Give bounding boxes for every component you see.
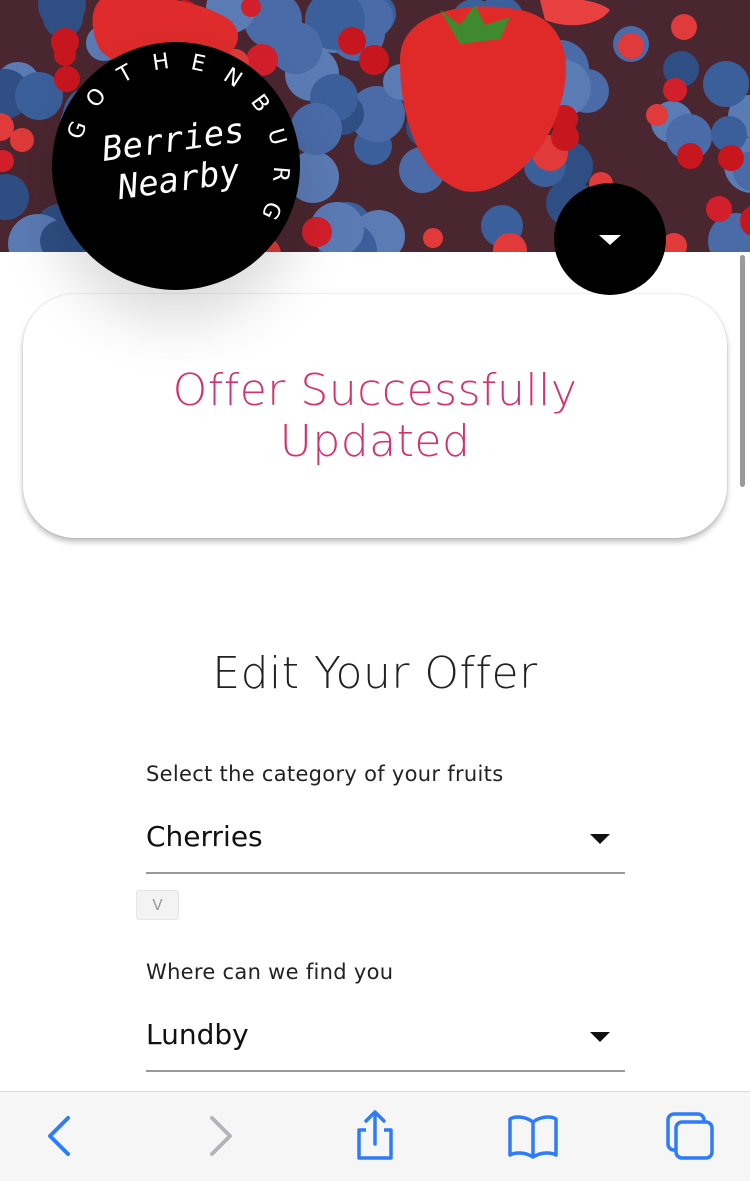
currant-shape bbox=[646, 104, 668, 126]
category-label: Select the category of your fruits bbox=[146, 762, 504, 786]
logo-ring-text: GOT H E NBURG bbox=[63, 49, 293, 223]
logo-ring-letter: O bbox=[81, 83, 111, 112]
currant-shape bbox=[718, 145, 744, 171]
book-icon[interactable] bbox=[505, 1110, 561, 1162]
page-title: Edit Your Offer bbox=[212, 648, 538, 699]
dropdown-arrow-icon bbox=[590, 834, 610, 844]
currant-shape bbox=[423, 228, 443, 248]
logo-ring-letter: B bbox=[245, 90, 274, 117]
browser-toolbar bbox=[0, 1091, 750, 1181]
category-toggle[interactable]: V bbox=[136, 890, 179, 920]
chevron-right-icon[interactable] bbox=[192, 1110, 248, 1162]
caret-down-icon bbox=[599, 235, 621, 245]
scrollbar[interactable] bbox=[740, 255, 745, 487]
category-select[interactable]: Cherries bbox=[146, 812, 625, 874]
logo-ring-letter: U bbox=[262, 126, 290, 148]
logo-ring-letter: G bbox=[63, 118, 92, 143]
currant-shape bbox=[359, 45, 389, 75]
currant-shape bbox=[338, 27, 366, 55]
chevron-left-icon[interactable] bbox=[32, 1110, 88, 1162]
currant-shape bbox=[677, 143, 703, 169]
logo-ring-letter: T bbox=[113, 60, 138, 89]
currant-shape bbox=[302, 217, 332, 247]
brand-logo[interactable]: Berries Nearby GOTHENBURG bbox=[52, 42, 300, 290]
currant-shape bbox=[10, 128, 34, 152]
currant-shape bbox=[551, 123, 579, 151]
currant-shape bbox=[663, 78, 687, 102]
logo-ring-letter: E bbox=[189, 50, 208, 77]
success-message: Offer Successfully Updated bbox=[172, 365, 578, 467]
success-card: Offer Successfully Updated bbox=[23, 294, 727, 538]
logo-ring-letter: N bbox=[219, 63, 246, 93]
share-icon[interactable] bbox=[347, 1110, 403, 1162]
logo-ring-letter: R bbox=[267, 166, 293, 183]
tabs-icon[interactable] bbox=[662, 1110, 718, 1162]
currant-shape bbox=[671, 14, 697, 40]
category-value: Cherries bbox=[146, 820, 263, 853]
menu-dropdown-button[interactable] bbox=[554, 183, 666, 295]
location-value: Lundby bbox=[146, 1018, 249, 1051]
dropdown-arrow-icon bbox=[590, 1032, 610, 1042]
currant-shape bbox=[706, 196, 732, 222]
logo-ring-letter: G bbox=[256, 197, 286, 223]
location-label: Where can we find you bbox=[146, 960, 394, 984]
blueberry-shape bbox=[703, 61, 749, 107]
logo-ring-letter: H bbox=[151, 49, 171, 76]
location-select[interactable]: Lundby bbox=[146, 1010, 625, 1072]
currant-shape bbox=[618, 33, 644, 59]
